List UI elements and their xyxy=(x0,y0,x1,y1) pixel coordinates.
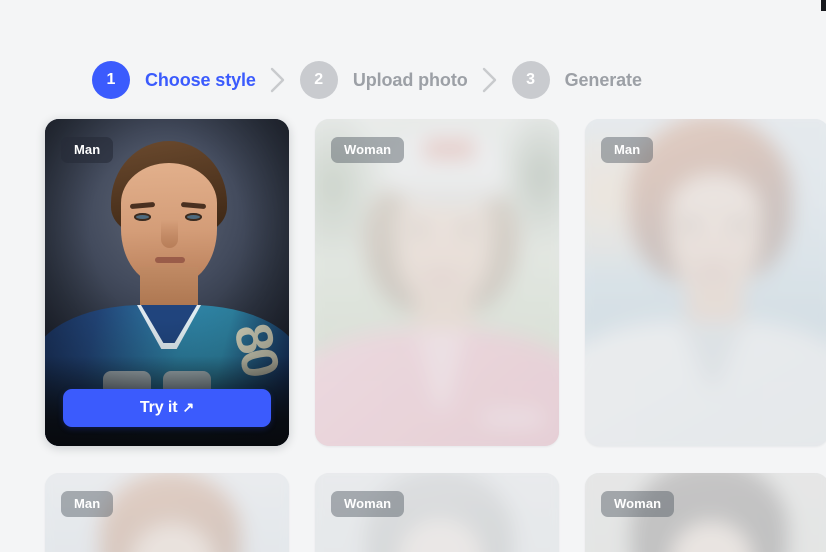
style-card[interactable]: Man xyxy=(585,119,826,446)
step-2-upload-photo[interactable]: 2 Upload photo xyxy=(299,61,468,99)
style-gender-badge: Man xyxy=(61,137,114,163)
style-gender-badge: Woman xyxy=(331,137,405,163)
style-card[interactable]: Woman xyxy=(585,473,826,552)
style-gender-badge: Man xyxy=(61,491,114,517)
step-3-number: 3 xyxy=(511,61,550,99)
style-card[interactable]: Man xyxy=(45,473,289,552)
arrow-up-right-icon: ↗ xyxy=(182,399,195,415)
step-3-generate[interactable]: 3 Generate xyxy=(511,61,642,99)
chevron-right-icon xyxy=(468,67,512,93)
style-card[interactable]: 80 Man Try it ↗ xyxy=(45,119,289,446)
style-preview-image xyxy=(585,119,826,446)
try-it-button[interactable]: Try it ↗ xyxy=(63,389,271,427)
step-1-choose-style[interactable]: 1 Choose style xyxy=(92,61,256,99)
style-gender-badge: Man xyxy=(601,137,654,163)
step-3-label: Generate xyxy=(564,69,642,90)
chevron-right-icon xyxy=(256,67,300,93)
step-2-label: Upload photo xyxy=(352,69,468,90)
step-1-label: Choose style xyxy=(145,69,256,90)
style-card[interactable]: Woman xyxy=(315,473,559,552)
style-gender-badge: Woman xyxy=(601,491,675,517)
try-it-label: Try it xyxy=(139,399,178,416)
style-picker-page: 1 Choose style 2 Upload photo 3 Generate xyxy=(0,0,826,552)
scrollbar-sliver[interactable] xyxy=(821,0,826,11)
style-preview-image xyxy=(315,119,559,446)
style-card[interactable]: Woman xyxy=(315,119,559,446)
style-card-grid: 80 Man Try it ↗ xyxy=(45,119,826,552)
step-2-number: 2 xyxy=(299,61,338,99)
style-gender-badge: Woman xyxy=(331,491,405,517)
progress-stepper: 1 Choose style 2 Upload photo 3 Generate xyxy=(92,60,642,100)
step-1-number: 1 xyxy=(92,61,130,99)
